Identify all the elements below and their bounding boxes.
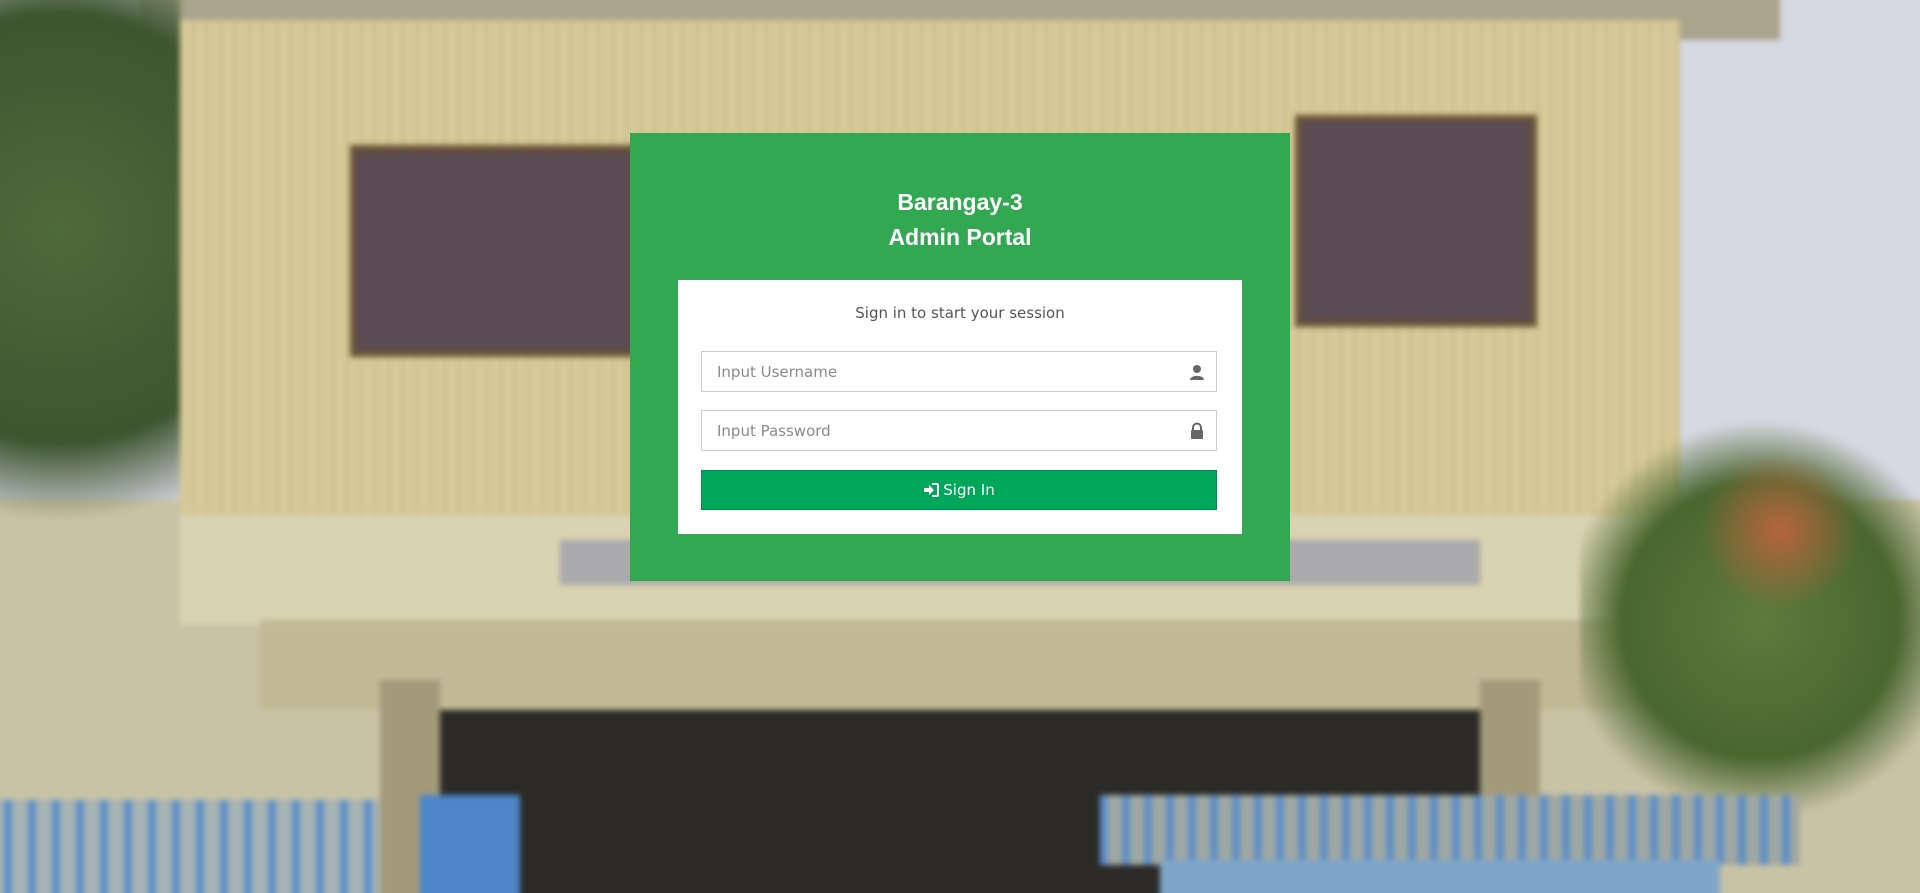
username-input[interactable] <box>702 352 1216 391</box>
password-input[interactable] <box>702 411 1216 450</box>
login-box-message: Sign in to start your session <box>855 304 1065 322</box>
password-field[interactable] <box>701 410 1217 451</box>
portal-title: Barangay-3 Admin Portal <box>630 185 1290 255</box>
sign-in-button[interactable]: Sign In <box>701 470 1217 510</box>
portal-title-line1: Barangay-3 <box>897 189 1023 215</box>
sign-in-label: Sign In <box>943 481 995 499</box>
lock-icon <box>1188 422 1206 440</box>
login-box: Sign in to start your session Input User… <box>678 280 1242 534</box>
login-panel: Barangay-3 Admin Portal Sign in to start… <box>630 133 1290 581</box>
username-field[interactable] <box>701 351 1217 392</box>
sign-in-icon <box>924 483 940 497</box>
portal-title-line2: Admin Portal <box>888 224 1032 250</box>
user-icon <box>1188 363 1206 381</box>
